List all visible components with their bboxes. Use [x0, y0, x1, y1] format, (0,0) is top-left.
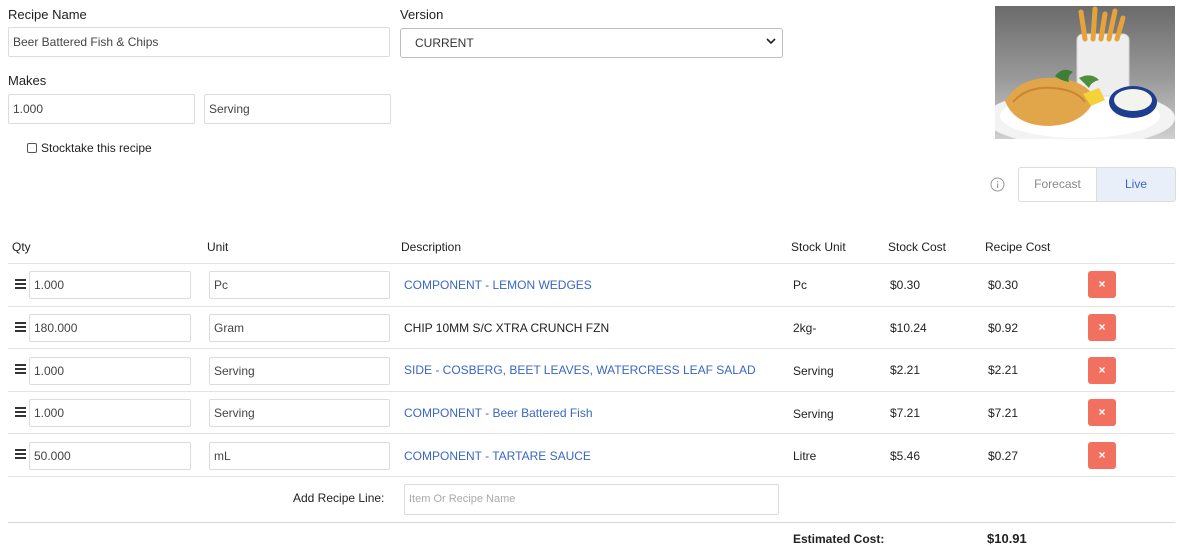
description-link[interactable]: COMPONENT - Beer Battered Fish	[404, 405, 593, 421]
header-qty: Qty	[12, 240, 31, 254]
qty-input[interactable]: 1.000	[29, 399, 191, 427]
recipe-cost: $0.27	[988, 449, 1019, 463]
drag-handle-icon[interactable]	[15, 449, 26, 459]
stock-unit: Litre	[793, 449, 817, 463]
stock-unit: Serving	[793, 364, 834, 378]
version-label: Version	[400, 7, 444, 22]
table-row: 1.000 Pc COMPONENT - LEMON WEDGES Pc $0.…	[8, 263, 1175, 306]
chevron-down-icon	[766, 38, 776, 45]
stock-unit: 2kg-	[793, 321, 817, 335]
stocktake-checkbox[interactable]	[27, 143, 37, 153]
recipe-name-input[interactable]: Beer Battered Fish & Chips	[8, 27, 390, 57]
qty-input[interactable]: 50.000	[29, 442, 191, 470]
delete-row-button[interactable]: ×	[1088, 314, 1116, 341]
table-row: 180.000 Gram CHIP 10MM S/C XTRA CRUNCH F…	[8, 306, 1175, 349]
estimated-cost-label: Estimated Cost:	[793, 532, 885, 546]
unit-input[interactable]: Serving	[209, 357, 390, 385]
unit-input[interactable]: Pc	[209, 271, 390, 299]
recipe-cost: $0.92	[988, 321, 1019, 335]
description-link[interactable]: SIDE - COSBERG, BEET LEAVES, WATERCRESS …	[404, 362, 756, 378]
stock-unit: Serving	[793, 407, 834, 421]
drag-handle-icon[interactable]	[15, 322, 26, 332]
delete-row-button[interactable]: ×	[1088, 442, 1116, 469]
stock-cost: $2.21	[890, 363, 921, 377]
description-text: CHIP 10MM S/C XTRA CRUNCH FZN	[404, 321, 610, 335]
stocktake-label: Stocktake this recipe	[41, 141, 152, 155]
header-description: Description	[401, 240, 462, 254]
stock-cost: $0.30	[890, 278, 921, 292]
delete-row-button[interactable]: ×	[1088, 399, 1116, 426]
add-recipe-line-input[interactable]: Item Or Recipe Name	[404, 484, 779, 515]
delete-row-button[interactable]: ×	[1088, 357, 1116, 384]
recipe-cost: $0.30	[988, 278, 1019, 292]
recipe-cost: $2.21	[988, 363, 1019, 377]
unit-input[interactable]: Gram	[209, 314, 390, 342]
qty-input[interactable]: 180.000	[29, 314, 191, 342]
description-link[interactable]: COMPONENT - LEMON WEDGES	[404, 277, 592, 293]
table-row: 50.000 mL COMPONENT - TARTARE SAUCE Litr…	[8, 433, 1175, 476]
header-stock-unit: Stock Unit	[791, 240, 846, 254]
stock-cost: $5.46	[890, 449, 921, 463]
stock-unit: Pc	[793, 278, 808, 292]
totals-divider	[8, 522, 1175, 523]
recipe-cost: $7.21	[988, 406, 1019, 420]
row-divider	[8, 476, 1175, 477]
makes-unit-input[interactable]: Serving	[204, 94, 391, 124]
qty-input[interactable]: 1.000	[29, 357, 191, 385]
version-select[interactable]: CURRENT	[400, 28, 783, 58]
estimated-cost-value: $10.91	[987, 531, 1027, 546]
recipe-name-label: Recipe Name	[8, 7, 87, 22]
qty-input[interactable]: 1.000	[29, 271, 191, 299]
table-row: 1.000 Serving SIDE - COSBERG, BEET LEAVE…	[8, 348, 1175, 391]
forecast-toggle[interactable]: Forecast	[1018, 167, 1097, 202]
delete-row-button[interactable]: ×	[1088, 271, 1116, 298]
description-link[interactable]: COMPONENT - TARTARE SAUCE	[404, 448, 591, 464]
table-row: 1.000 Serving COMPONENT - Beer Battered …	[8, 391, 1175, 434]
makes-label: Makes	[8, 73, 47, 88]
header-stock-cost: Stock Cost	[888, 240, 947, 254]
drag-handle-icon[interactable]	[15, 279, 26, 289]
live-toggle[interactable]: Live	[1096, 167, 1176, 202]
drag-handle-icon[interactable]	[15, 407, 26, 417]
unit-input[interactable]: Serving	[209, 399, 390, 427]
version-select-value: CURRENT	[415, 36, 474, 50]
info-icon[interactable]	[990, 177, 1005, 192]
header-unit: Unit	[207, 240, 229, 254]
stock-cost: $7.21	[890, 406, 921, 420]
drag-handle-icon[interactable]	[15, 364, 26, 374]
unit-input[interactable]: mL	[209, 442, 390, 470]
stock-cost: $10.24	[890, 321, 927, 335]
header-recipe-cost: Recipe Cost	[985, 240, 1051, 254]
makes-qty-input[interactable]: 1.000	[8, 94, 195, 124]
recipe-photo	[995, 6, 1175, 139]
add-recipe-line-label: Add Recipe Line:	[293, 491, 385, 505]
